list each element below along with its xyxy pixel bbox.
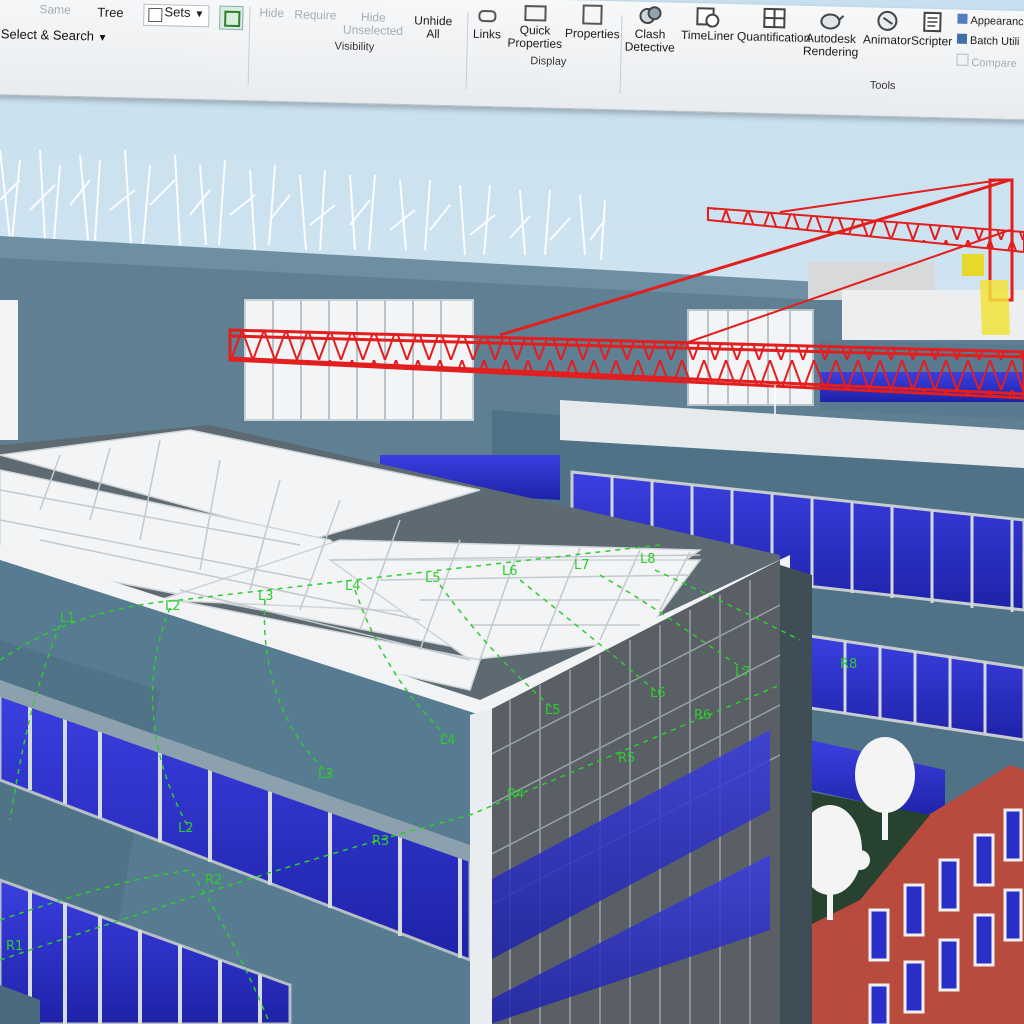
display-group-label: Display [530,55,566,68]
3d-viewport[interactable]: L1 L2 L3 L4 L5 L6 L7 L8 L2 L3 L4 L5 L6 L… [0,0,1024,1024]
grid-label: L8 [640,552,656,567]
visibility-group-label: Visibility [334,40,374,53]
select-search-label: Select & Search [0,26,95,44]
properties-button[interactable]: Properties [565,4,621,42]
compare-icon [956,53,969,66]
scripter-label: Scripter [910,33,953,49]
scripter-button[interactable]: Scripter [911,10,953,48]
batch-icon [956,33,968,44]
ribbon-separator [247,6,251,85]
quick-properties-button[interactable]: Quick Properties [505,5,566,52]
clash-detective-icon [637,4,664,27]
grid-label: L5 [425,571,441,586]
ribbon-bar: Same Tree Sets ▼ Select & Search ▼ Hide R… [0,0,1024,121]
teapot-icon [818,8,845,31]
batch-utility-button[interactable]: Batch Utili [956,33,1020,49]
grid-label: R5 [618,751,635,766]
ribbon-panel: Same Tree Sets ▼ Select & Search ▼ Hide R… [0,0,1024,121]
timeliner-icon [695,5,722,28]
grid-label: L2 [178,821,194,836]
timeliner-button[interactable]: TimeLiner [681,5,735,43]
compare-button[interactable]: Compare [956,53,1017,71]
right-frame [780,565,812,1024]
animator-icon [874,10,901,33]
tools-group-label: Tools [870,79,896,92]
hide-unselected-label: Hide Unselected [342,10,404,39]
autodesk-rendering-button[interactable]: Autodesk Rendering [802,8,859,60]
grid-label: R6 [694,708,711,723]
compare-label: Compare [971,56,1017,71]
visibility-label: Visibility [334,40,375,54]
clash-detective-label: Clash Detective [624,26,675,55]
tools-label: Tools [869,79,896,93]
find-items-button[interactable] [219,5,244,31]
grid-label: L7 [735,665,751,680]
sets-label: Sets [164,4,191,20]
display-label: Display [530,55,567,69]
quick-properties-icon [524,5,547,22]
appearance-profiler-button[interactable]: Appearanc [957,13,1024,29]
links-label: Links [472,26,502,42]
links-icon [478,9,497,23]
find-items-icon [224,10,241,28]
clash-detective-button[interactable]: Clash Detective [625,3,676,55]
scroll-icon [919,11,946,34]
grid-label: L3 [318,767,334,782]
corner-frame [470,708,492,1024]
ribbon-separator [619,15,623,94]
chevron-down-icon: ▼ [194,8,205,21]
batch-utility-label: Batch Utili [969,34,1020,49]
grid-label: R2 [205,873,222,888]
grid-label: L6 [502,564,518,579]
quick-properties-label: Quick Properties [507,22,563,52]
animator-button[interactable]: Animator [863,9,912,47]
grid-label: L4 [345,579,361,594]
appearance-icon [957,13,968,24]
links-button[interactable]: Links [472,9,502,42]
select-same-label: Same [39,2,71,17]
hide-button[interactable]: Hide [259,5,285,21]
hide-label: Hide [259,5,285,21]
grid-label: L2 [165,599,181,614]
select-same-button[interactable]: Same [39,2,71,17]
grid-label: L4 [440,733,456,748]
autodesk-rendering-label: Autodesk Rendering [802,30,859,60]
require-button[interactable]: Require [294,7,337,23]
grid-label: R1 [6,939,23,954]
sets-icon [148,7,163,23]
select-search-group-label[interactable]: Select & Search ▼ [1,26,108,44]
animator-label: Animator [862,32,912,48]
quantification-icon [761,7,788,30]
properties-label: Properties [564,26,620,42]
timeliner-label: TimeLiner [680,27,735,44]
grid-label: L5 [545,703,561,718]
left-edge-panel [0,300,18,440]
quantification-label: Quantification [736,29,811,46]
selection-tree-label: Tree [97,4,124,21]
require-label: Require [294,7,337,23]
grid-label: R4 [507,787,524,802]
hide-unselected-button[interactable]: Hide Unselected [341,10,406,39]
grid-label: R3 [372,834,389,849]
quantification-button[interactable]: Quantification [737,6,811,45]
grid-label: L1 [60,611,76,626]
properties-icon [582,4,604,25]
unhide-all-label: Unhide All [414,13,453,42]
unhide-all-button[interactable]: Unhide All [411,13,456,42]
appearance-label: Appearanc [970,14,1024,29]
grid-label: L7 [574,558,590,573]
selection-tree-button[interactable]: Tree [97,4,124,21]
sets-dropdown[interactable]: Sets ▼ [143,3,210,28]
ribbon-separator [465,11,469,90]
grid-label: R8 [840,657,857,672]
chevron-down-icon: ▼ [97,32,108,44]
grid-label: L6 [650,686,666,701]
grid-label: L3 [258,589,274,604]
